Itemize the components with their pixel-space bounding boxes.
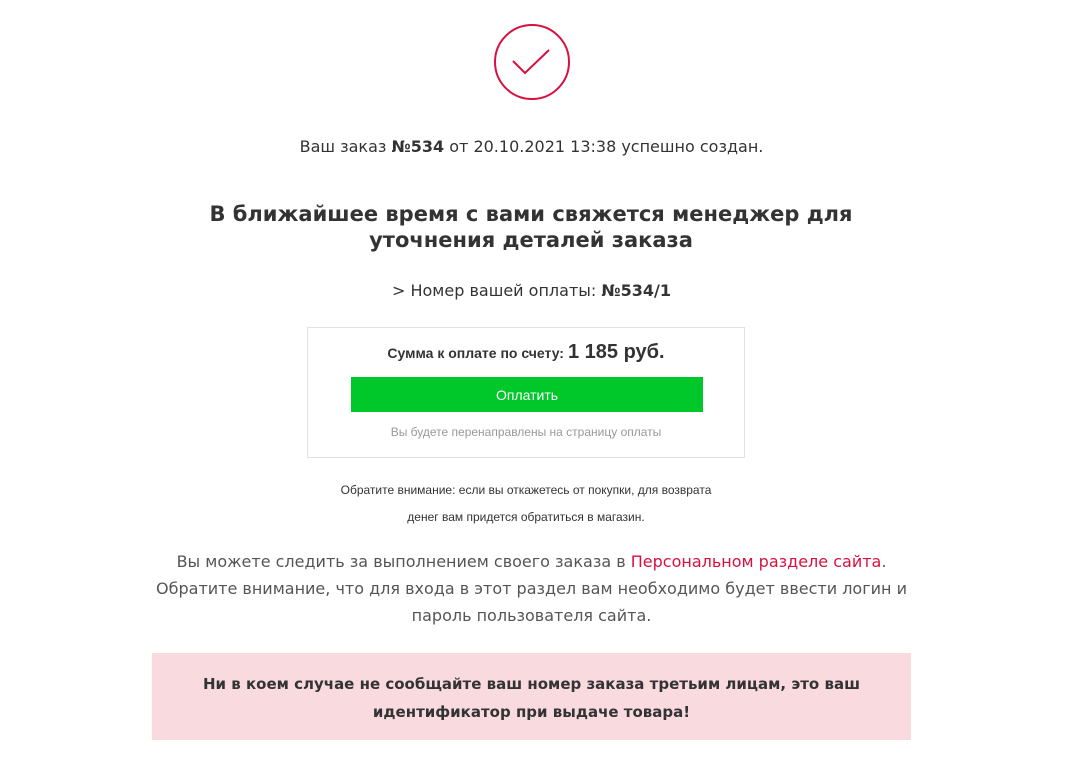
login-notice: Обратите внимание, что для входа в этот … <box>156 579 907 625</box>
security-warning-text: Ни в коем случае не сообщайте ваш номер … <box>202 675 861 721</box>
redirect-note: Вы будете перенаправлены на страницу опл… <box>390 425 662 439</box>
refund-notice-line-2: денег вам придется обратиться в магазин. <box>407 510 645 524</box>
checkmark-circle-icon <box>493 23 571 101</box>
tracking-text-before: Вы можете следить за выполнением своего … <box>176 552 631 571</box>
order-created-text: Ваш заказ №534 от 20.10.2021 13:38 успеш… <box>0 137 1063 156</box>
order-number: №534 <box>391 137 445 156</box>
refund-notice-line-1: Обратите внимание: если вы откажетесь от… <box>340 483 712 497</box>
payment-sum-label: Сумма к оплате по счету: <box>387 345 564 361</box>
payment-number: №534/1 <box>601 281 671 300</box>
payment-box: Сумма к оплате по счету: 1 185 руб. Оплат… <box>307 327 745 458</box>
payment-number-line: > Номер вашей оплаты: №534/1 <box>0 281 1063 300</box>
personal-section-link[interactable]: Персональном разделе сайта <box>631 552 882 571</box>
order-prefix: Ваш заказ <box>299 137 392 156</box>
order-tracking-text: Вы можете следить за выполнением своего … <box>140 548 923 629</box>
security-warning-box: Ни в коем случае не сообщайте ваш номер … <box>152 653 911 740</box>
payment-sum: Сумма к оплате по счету: 1 185 руб. <box>308 341 744 364</box>
tracking-text-after: . <box>881 552 887 571</box>
manager-contact-heading: В ближайшее время с вами свяжется менедж… <box>209 202 853 252</box>
payment-sum-amount: 1 185 руб. <box>567 341 665 363</box>
pay-button[interactable]: Оплатить <box>351 377 703 412</box>
refund-notice: Обратите внимание: если вы откажетесь от… <box>300 477 752 531</box>
order-date-status: от 20.10.2021 13:38 успешно создан. <box>444 137 764 156</box>
payment-number-label: > Номер вашей оплаты: <box>391 281 602 300</box>
